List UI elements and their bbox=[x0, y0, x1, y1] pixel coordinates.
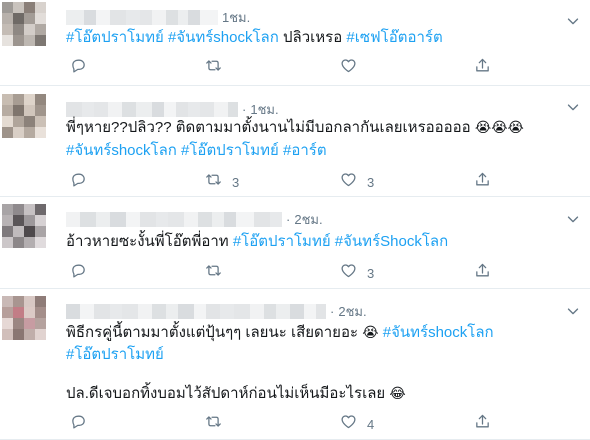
separator-dot: · bbox=[242, 101, 247, 117]
chevron-down-icon[interactable] bbox=[564, 12, 582, 30]
tweet-header: 1ชม. bbox=[66, 8, 250, 26]
tweet-item[interactable]: 1ชม. #โอ๊ตปราโมทย์ #จันทร์shockโลก ปลิวเห… bbox=[0, 0, 590, 86]
retweet-icon bbox=[205, 171, 222, 193]
avatar[interactable] bbox=[2, 204, 46, 248]
emoji: 😭😭😭 bbox=[474, 120, 524, 136]
like-icon bbox=[340, 413, 357, 435]
reply-icon bbox=[70, 171, 87, 193]
like-button[interactable]: 3 bbox=[340, 263, 374, 283]
reply-icon bbox=[70, 262, 87, 284]
reply-button[interactable] bbox=[70, 263, 97, 283]
emoji: 😂 bbox=[389, 386, 406, 402]
tweet-actions: 4 bbox=[60, 414, 500, 434]
chevron-down-icon[interactable] bbox=[564, 210, 582, 228]
tweet-header: · 2ชม. bbox=[66, 302, 367, 320]
tweet-header: · 1ชม. bbox=[66, 100, 279, 118]
hashtag-link[interactable]: #โอ๊ตปราโมทย์ bbox=[233, 233, 331, 250]
blurred-username bbox=[66, 303, 326, 319]
like-icon bbox=[340, 171, 357, 193]
tweet-item[interactable]: · 1ชม. พี่ๆหาย??ปลิว?? ติดตามมาตั้งนานไม่ม… bbox=[0, 86, 590, 197]
reply-button[interactable] bbox=[70, 58, 97, 78]
text-segment: พิธีกรคู่นี้ตามมาตั้งแต่ปุ้นๆๆ เลยนะ เสี… bbox=[66, 324, 363, 341]
like-count: 4 bbox=[367, 416, 375, 432]
share-button[interactable] bbox=[474, 263, 491, 283]
avatar[interactable] bbox=[2, 94, 46, 138]
tweet-text-line: อ้าวหายซะงั้นพี่โอ๊ตพี่อาท #โอ๊ตปราโมทย์… bbox=[66, 232, 448, 252]
tweet-actions: 33 bbox=[60, 172, 500, 192]
tweet-item[interactable]: · 2ชม. พิธีกรคู่นี้ตามมาตั้งแต่ปุ้นๆๆ เลยน… bbox=[0, 289, 590, 440]
hashtag-link[interactable]: #โอ๊ตปราโมทย์ bbox=[181, 142, 279, 159]
separator-dot: · bbox=[330, 303, 335, 319]
reply-button[interactable] bbox=[70, 172, 97, 192]
hashtag-link[interactable]: #จันทร์shockโลก bbox=[383, 324, 494, 341]
blurred-username bbox=[66, 9, 218, 25]
hashtag-link[interactable]: #อาร์ต bbox=[283, 142, 327, 159]
chevron-down-icon[interactable] bbox=[564, 98, 582, 116]
like-icon bbox=[340, 262, 357, 284]
like-button[interactable]: 4 bbox=[340, 414, 374, 434]
reply-icon bbox=[70, 57, 87, 79]
avatar[interactable] bbox=[2, 2, 46, 46]
text-segment: ปลิวเหรอ bbox=[278, 29, 347, 46]
retweet-icon bbox=[205, 57, 222, 79]
like-button[interactable] bbox=[340, 58, 367, 78]
hashtag-link[interactable]: #เซฟโอ๊ตอาร์ต bbox=[346, 29, 442, 46]
tweet-time[interactable]: 1ชม. bbox=[222, 7, 250, 28]
like-icon bbox=[340, 57, 357, 79]
share-button[interactable] bbox=[474, 172, 491, 192]
retweet-button[interactable] bbox=[205, 263, 232, 283]
tweet-text-line: #จันทร์shockโลก #โอ๊ตปราโมทย์ #อาร์ต bbox=[66, 141, 327, 161]
tweet-time[interactable]: 1ชม. bbox=[250, 99, 278, 120]
text-segment: พี่ๆหาย??ปลิว?? ติดตามมาตั้งนานไม่มีบอกล… bbox=[66, 119, 475, 136]
hashtag-link[interactable]: #จันทร์shockโลก bbox=[66, 142, 177, 159]
reply-icon bbox=[70, 413, 87, 435]
tweet-actions bbox=[60, 58, 500, 78]
share-icon bbox=[474, 171, 491, 193]
hashtag-link[interactable]: #โอ๊ตปราโมทย์ bbox=[66, 29, 164, 46]
tweet-text-line: พิธีกรคู่นี้ตามมาตั้งแต่ปุ้นๆๆ เลยนะ เสี… bbox=[66, 323, 494, 343]
tweet-actions: 3 bbox=[60, 263, 500, 283]
tweet-text-line: พี่ๆหาย??ปลิว?? ติดตามมาตั้งนานไม่มีบอกล… bbox=[66, 118, 524, 138]
tweet-header: · 2ชม. bbox=[66, 210, 323, 228]
retweet-button[interactable] bbox=[205, 58, 232, 78]
avatar[interactable] bbox=[2, 296, 46, 340]
chevron-down-icon[interactable] bbox=[564, 302, 582, 320]
hashtag-link[interactable]: #จันทร์shockโลก bbox=[168, 29, 279, 46]
share-icon bbox=[474, 262, 491, 284]
reply-button[interactable] bbox=[70, 414, 97, 434]
retweet-button[interactable] bbox=[205, 414, 232, 434]
share-icon bbox=[474, 57, 491, 79]
tweet-time[interactable]: 2ชม. bbox=[294, 209, 322, 230]
tweet-item[interactable]: · 2ชม. อ้าวหายซะงั้นพี่โอ๊ตพี่อาท #โอ๊ตปรา… bbox=[0, 197, 590, 289]
hashtag-link[interactable]: #จันทร์Shockโลก bbox=[335, 233, 448, 250]
hashtag-link[interactable]: #โอ๊ตปราโมทย์ bbox=[66, 346, 164, 363]
blurred-username bbox=[66, 101, 238, 117]
retweet-button[interactable]: 3 bbox=[205, 172, 239, 192]
tweet-text-line: #โอ๊ตปราโมทย์ #จันทร์shockโลก ปลิวเหรอ #… bbox=[66, 28, 443, 48]
emoji: 😭 bbox=[362, 325, 379, 341]
share-button[interactable] bbox=[474, 58, 491, 78]
tweet-text-line: ปล.ดีเจบอกทิ้งบอมไว้สัปดาห์ก่อนไม่เห็นมี… bbox=[66, 384, 406, 404]
retweet-icon bbox=[205, 262, 222, 284]
tweet-time[interactable]: 2ชม. bbox=[338, 301, 366, 322]
share-icon bbox=[474, 413, 491, 435]
text-segment: อ้าวหายซะงั้นพี่โอ๊ตพี่อาท bbox=[66, 233, 233, 250]
separator-dot: · bbox=[286, 211, 291, 227]
like-count: 3 bbox=[367, 174, 375, 190]
like-button[interactable]: 3 bbox=[340, 172, 374, 192]
like-count: 3 bbox=[367, 265, 375, 281]
share-button[interactable] bbox=[474, 414, 491, 434]
text-segment: ปล.ดีเจบอกทิ้งบอมไว้สัปดาห์ก่อนไม่เห็นมี… bbox=[66, 385, 390, 402]
tweet-text-line: #โอ๊ตปราโมทย์ bbox=[66, 345, 164, 365]
blurred-username bbox=[66, 211, 282, 227]
retweet-icon bbox=[205, 413, 222, 435]
retweet-count: 3 bbox=[232, 174, 240, 190]
